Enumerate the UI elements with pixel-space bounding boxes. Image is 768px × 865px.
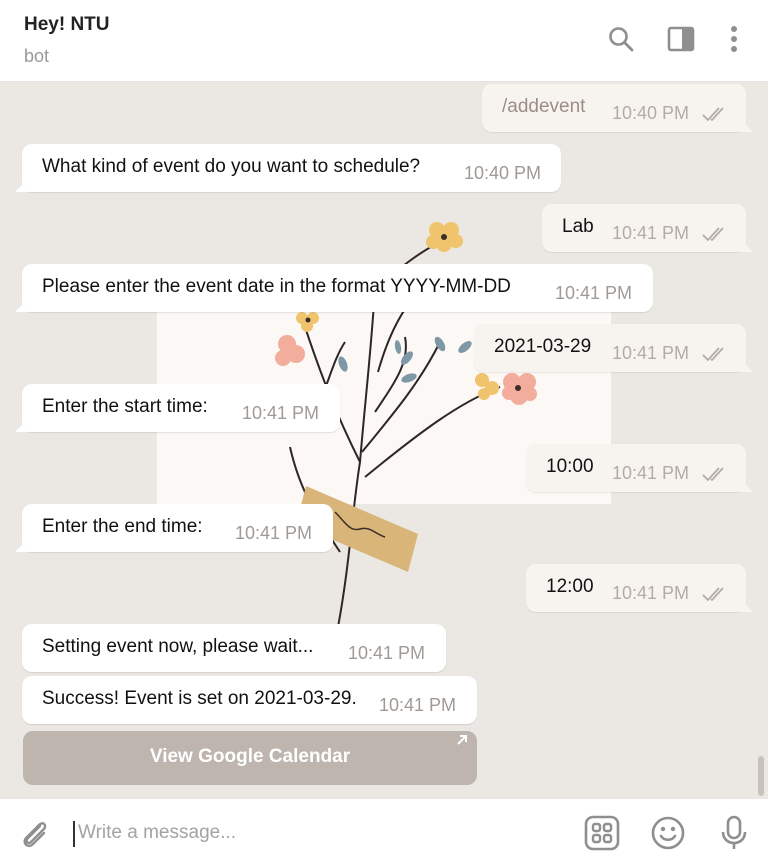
text-cursor [73,821,75,847]
scrollbar-thumb[interactable] [758,756,764,796]
microphone-icon[interactable] [716,815,752,851]
message-text: 12:00 [546,576,594,597]
emoji-icon[interactable] [650,815,686,851]
message-text: /addevent [502,96,586,117]
message-time: 10:41 PM [612,463,690,483]
message-incoming[interactable]: Enter the start time: 10:41 PM [15,384,340,432]
paperclip-icon[interactable] [18,817,52,851]
message-text: Enter the start time: [42,396,208,417]
message-outgoing[interactable]: Lab 10:41 PM [542,204,753,252]
message-time: 10:41 PM [242,403,320,423]
message-time: 10:40 PM [612,103,690,123]
message-text: 2021-03-29 [494,336,592,357]
message-outgoing[interactable]: 2021-03-29 10:41 PM [474,324,753,372]
bot-commands-icon[interactable] [584,815,620,851]
message-outgoing[interactable]: 12:00 10:41 PM [526,564,753,612]
search-icon[interactable] [606,24,636,54]
inline-button-label: View Google Calendar [149,746,351,767]
double-check-icon [702,107,724,122]
message-incoming[interactable]: Success! Event is set on 2021-03-29. 10:… [22,676,477,724]
view-google-calendar-button[interactable]: View Google Calendar [23,731,477,785]
chat-header: Hey! NTU bot [0,0,768,82]
message-incoming[interactable]: Setting event now, please wait... 10:41 … [22,624,446,672]
double-check-icon [702,587,724,602]
message-time: 10:41 PM [612,223,690,243]
message-incoming[interactable]: Enter the end time: 10:41 PM [15,504,333,552]
message-text: Setting event now, please wait... [42,636,314,657]
message-text: 10:00 [546,456,594,477]
message-outgoing[interactable]: /addevent 10:40 PM [482,84,753,132]
message-text: Please enter the event date in the forma… [42,276,511,297]
message-text: Success! Event is set on 2021-03-29. [42,688,357,709]
message-composer [0,798,768,865]
message-text: What kind of event do you want to schedu… [42,156,421,177]
external-link-arrow-icon [457,735,467,745]
message-incoming[interactable]: Please enter the event date in the forma… [15,264,653,312]
double-check-icon [702,467,724,482]
message-incoming[interactable]: What kind of event do you want to schedu… [15,144,561,192]
message-time: 10:41 PM [379,695,457,715]
message-text: Lab [562,216,594,237]
double-check-icon [702,227,724,242]
double-check-icon [702,347,724,362]
message-text: Enter the end time: [42,516,203,537]
message-time: 10:41 PM [348,643,426,663]
chat-title[interactable]: Hey! NTU [24,14,110,36]
message-time: 10:41 PM [235,523,313,543]
message-list[interactable]: /addevent 10:40 PM What kind of event do… [0,82,768,798]
chat-subtitle: bot [24,46,50,66]
message-time: 10:41 PM [612,583,690,603]
more-vertical-icon[interactable] [719,24,749,54]
message-input[interactable] [78,815,558,851]
message-time: 10:41 PM [612,343,690,363]
message-outgoing[interactable]: 10:00 10:41 PM [526,444,753,492]
message-time: 10:40 PM [464,163,542,183]
sidebar-icon[interactable] [666,24,696,54]
message-time: 10:41 PM [555,283,633,303]
